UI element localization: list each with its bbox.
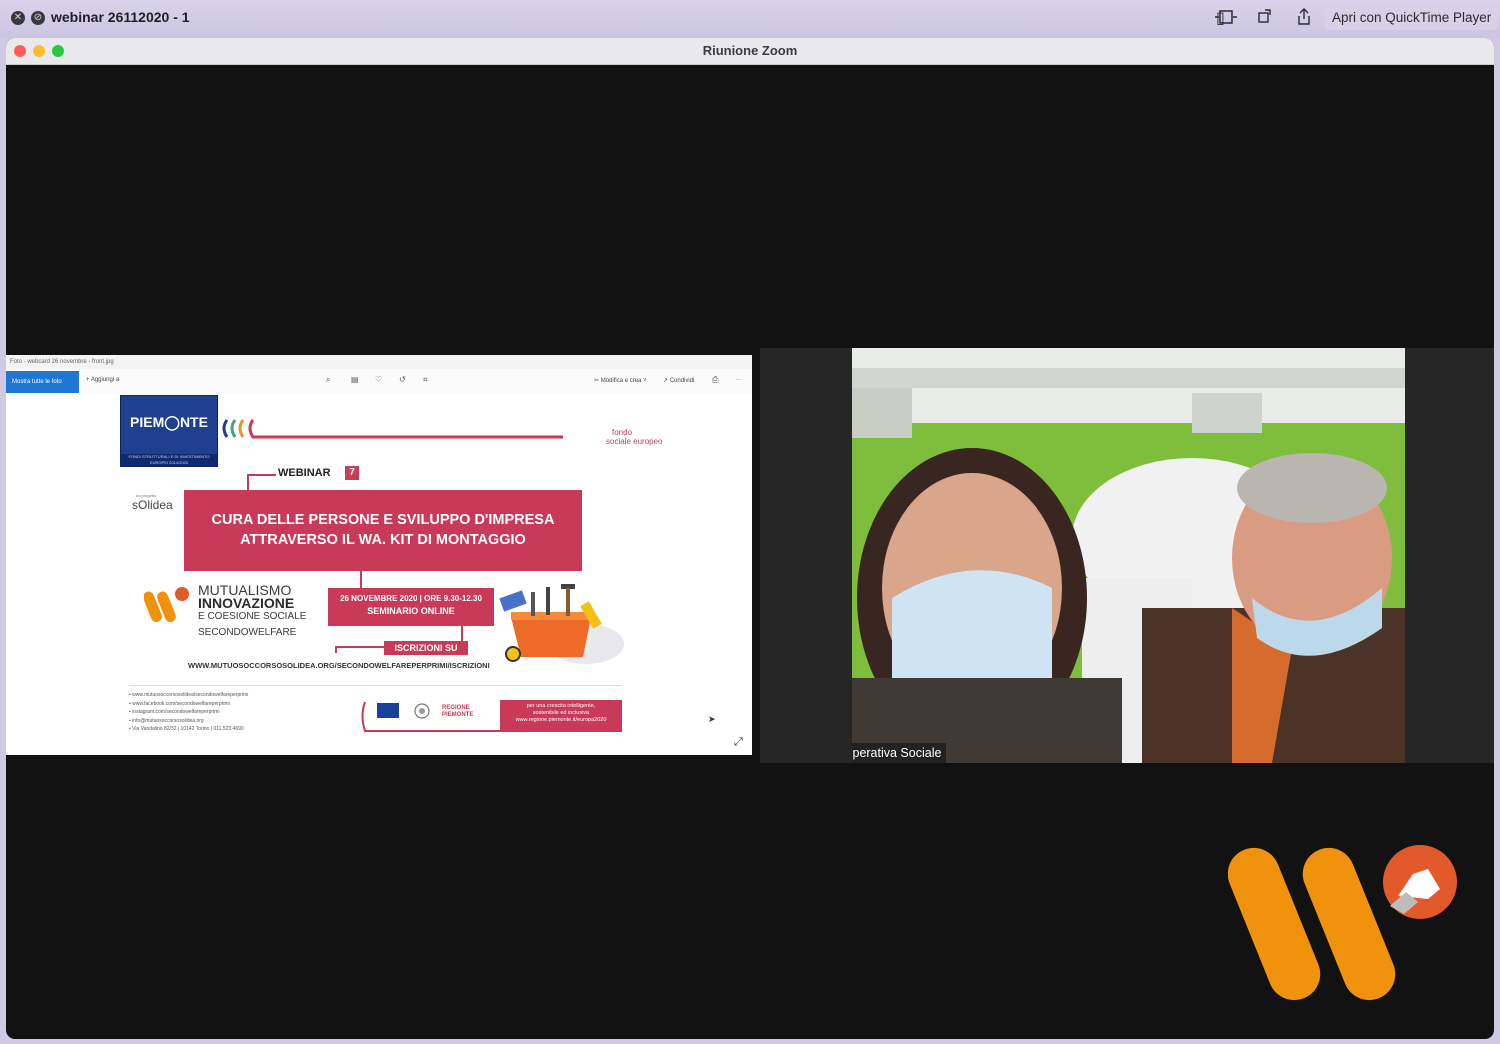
title-box: CURA DELLE PERSONE E SVILUPPO D'IMPRESA A… bbox=[184, 490, 582, 571]
rotate-icon[interactable] bbox=[1257, 8, 1273, 28]
date-box: 26 NOVEMBRE 2020 | ORE 9.30-12.30 SEMINA… bbox=[328, 588, 494, 626]
mutualismo-text: MUTUALISMO INNOVAZIONE E COESIONE SOCIAL… bbox=[198, 582, 307, 638]
rotate-icon[interactable]: ↺ bbox=[399, 375, 406, 384]
regione-piemonte-logo: REGIONE PIEMONTE bbox=[442, 705, 474, 718]
quicktime-title-bar: ✕ ⊘ webinar 26112020 - 1 ▯ Apri con Quic… bbox=[0, 0, 1500, 38]
photos-title: Foto - webcard 26 novembre - front.jpg bbox=[6, 355, 752, 369]
eu-flag-icon bbox=[377, 703, 399, 718]
share-button[interactable]: ↗ Condividi bbox=[663, 377, 694, 384]
zoom-title-bar: Riunione Zoom bbox=[6, 38, 1494, 65]
secondowelfare-logo bbox=[144, 587, 189, 623]
cursor-icon: ➤ bbox=[708, 715, 716, 725]
iscrizioni-box: ISCRIZIONI SU bbox=[384, 641, 468, 655]
secondowelfare-brand-logo bbox=[1228, 845, 1457, 1001]
more-button[interactable]: ··· bbox=[736, 377, 742, 383]
participant-video: Agridea Cooperativa Sociale bbox=[852, 348, 1405, 763]
fse-logo-line bbox=[222, 419, 563, 439]
webinar-label: WEBINAR bbox=[278, 467, 331, 479]
window-title: webinar 26112020 - 1 bbox=[51, 9, 190, 25]
show-all-photos-button[interactable]: Mostra tutte le foto bbox=[6, 371, 79, 393]
webinar-number: 7 bbox=[345, 466, 359, 480]
connector-line-2 bbox=[360, 570, 362, 590]
expand-icon[interactable]: ⤢ bbox=[734, 735, 743, 749]
edit-create-button[interactable]: ✂ Modifica e crea ˅ bbox=[594, 377, 647, 384]
italy-emblem-icon bbox=[414, 703, 430, 719]
contacts-list: ▪ www.mutuosoccorsosolidea/secondowelfar… bbox=[129, 692, 249, 732]
zoom-icon[interactable]: ⌕ bbox=[326, 375, 330, 385]
divider bbox=[129, 685, 622, 686]
registration-url: WWW.MUTUOSOCCORSOSOLIDEA.ORG/SECONDOWELF… bbox=[188, 661, 490, 670]
shared-screen[interactable]: Foto - webcard 26 novembre - front.jpg M… bbox=[6, 355, 752, 755]
fse-label: fondo sociale europeo bbox=[606, 428, 663, 446]
trim-icon[interactable]: ▯ bbox=[1215, 8, 1237, 27]
participant-name-tag: Agridea Cooperativa Sociale bbox=[852, 743, 947, 763]
solidea-logo: sOlidea bbox=[132, 498, 173, 512]
add-to-button[interactable]: + Aggiungi a bbox=[86, 377, 119, 383]
crop-icon[interactable]: ⌗ bbox=[423, 375, 428, 385]
photos-toolbar: Mostra tutte le foto + Aggiungi a ⌕ ▤ ♡ … bbox=[6, 369, 752, 395]
crescita-box: per una crescita intelligente, sostenibi… bbox=[500, 700, 622, 731]
toolbox-illustration bbox=[499, 584, 624, 664]
share-icon[interactable] bbox=[1296, 8, 1312, 30]
close-icon[interactable]: ✕ bbox=[11, 11, 25, 25]
zoom-window: Riunione Zoom Foto - webcard 26 novembre… bbox=[6, 38, 1494, 1039]
skip-icon[interactable]: ⊘ bbox=[31, 11, 45, 25]
delete-icon[interactable]: ▤ bbox=[351, 375, 359, 384]
heart-icon[interactable]: ♡ bbox=[375, 375, 382, 384]
open-with-quicktime-button[interactable]: Apri con QuickTime Player bbox=[1325, 6, 1499, 30]
print-icon[interactable]: ⎙ bbox=[712, 375, 718, 385]
participant-video-tile[interactable]: Agridea Cooperativa Sociale bbox=[760, 348, 1494, 763]
piemonte-logo: PIEM◯NTE FONDI STRUTTURALI E DI INVESTIM… bbox=[120, 395, 218, 467]
zoom-window-title: Riunione Zoom bbox=[702, 43, 798, 58]
